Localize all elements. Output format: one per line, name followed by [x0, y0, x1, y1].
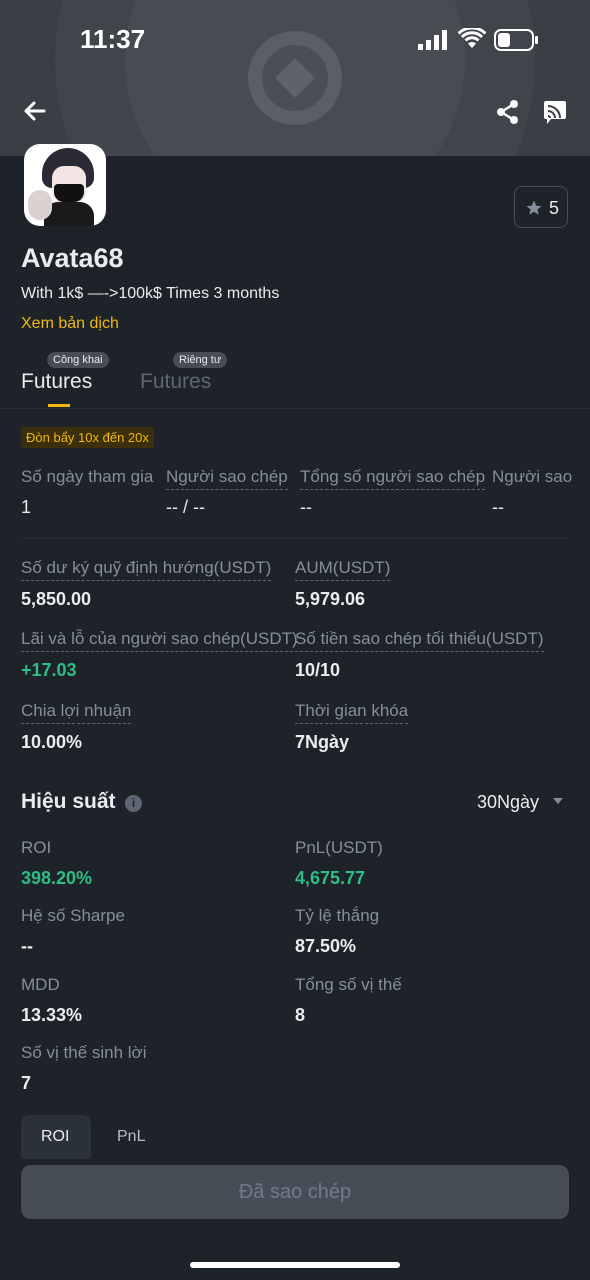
period-value: 30Ngày: [477, 792, 540, 812]
performance-title: Hiệu suất: [21, 790, 116, 813]
caret-down-icon: [553, 798, 563, 804]
sharpe-label: Hệ số Sharpe: [21, 906, 125, 925]
stat-label-stars: Người sao: [492, 467, 573, 486]
tab-badge-private: Riêng tư: [173, 352, 228, 368]
stat-label-total-copiers[interactable]: Tổng số người sao chép: [300, 467, 486, 490]
stat-label-copiers[interactable]: Người sao chép: [166, 467, 288, 490]
favorite-count: 5: [549, 198, 560, 218]
share-button[interactable]: [495, 99, 521, 125]
aum-label[interactable]: AUM(USDT): [295, 558, 391, 581]
leverage-tag: Đòn bẩy 10x đến 20x: [21, 427, 154, 448]
info-icon[interactable]: i: [125, 795, 142, 812]
live-stream-icon: [544, 101, 566, 124]
min-copy-value: 10/10: [295, 660, 341, 680]
chart-tab-roi-label: ROI: [41, 1128, 70, 1145]
margin-value: 5,850.00: [21, 589, 92, 609]
positions-label: Tổng số vị thế: [295, 975, 402, 994]
chart-tab-pnl[interactable]: PnL: [100, 1115, 170, 1159]
live-button[interactable]: [543, 99, 569, 125]
tab-badge-public: Công khai: [47, 352, 109, 368]
mdd-label: MDD: [21, 975, 60, 994]
margin-label[interactable]: Số dư ký quỹ định hướng(USDT): [21, 558, 272, 581]
tab-label-public: Futures: [21, 370, 93, 393]
stat-value-total-copiers: --: [300, 497, 312, 517]
aum-value: 5,979.06: [295, 589, 366, 609]
back-button[interactable]: [22, 98, 48, 124]
favorite-button[interactable]: 5: [514, 186, 568, 228]
translate-link[interactable]: Xem bản dịch: [21, 315, 119, 333]
roi-label: ROI: [21, 838, 52, 857]
chart-tab-roi[interactable]: ROI: [21, 1115, 91, 1159]
winrate-value: 87.50%: [295, 936, 357, 956]
copier-pnl-value: +17.03: [21, 660, 77, 680]
pnl-value: 4,675.77: [295, 868, 366, 888]
copied-button[interactable]: Đã sao chép: [21, 1165, 569, 1219]
arrow-left-icon: [24, 101, 46, 121]
signal-icon: [418, 30, 450, 55]
stat-label-days: Số ngày tham gia: [21, 467, 154, 486]
tab-divider: [0, 408, 590, 409]
stat-value-copiers: -- / --: [166, 497, 205, 517]
winrate-label: Tỷ lệ thắng: [295, 906, 380, 925]
sharpe-value: --: [21, 936, 33, 956]
tab-futures-private[interactable]: Riêng tư Futures: [140, 352, 240, 408]
roi-value: 398.20%: [21, 868, 93, 888]
copier-pnl-label[interactable]: Lãi và lỗ của người sao chép(USDT): [21, 629, 298, 652]
tab-active-indicator: [48, 404, 70, 407]
chart-tab-pnl-label: PnL: [117, 1128, 146, 1145]
lock-period-value: 7Ngày: [295, 732, 350, 752]
profit-share-label[interactable]: Chia lợi nhuận: [21, 701, 132, 724]
tab-label-private: Futures: [140, 370, 212, 393]
mdd-value: 13.33%: [21, 1005, 83, 1025]
lock-period-label[interactable]: Thời gian khóa: [295, 701, 409, 724]
stat-value-days: 1: [21, 497, 32, 517]
min-copy-label[interactable]: Số tiền sao chép tối thiểu(USDT): [295, 629, 544, 652]
period-dropdown[interactable]: 30Ngày: [477, 792, 569, 816]
stat-value-stars: --: [492, 497, 504, 517]
profit-share-value: 10.00%: [21, 732, 83, 752]
status-time: 11:37: [80, 24, 146, 54]
positions-value: 8: [295, 1005, 306, 1025]
wifi-icon: [457, 26, 487, 55]
battery-icon: [494, 29, 540, 56]
section-divider: [21, 538, 569, 539]
trader-name: Avata68: [21, 243, 124, 273]
profitable-label: Số vị thế sinh lời: [21, 1043, 147, 1062]
share-icon: [497, 100, 518, 124]
profitable-value: 7: [21, 1073, 32, 1093]
avatar[interactable]: [24, 144, 106, 226]
tab-futures-public[interactable]: Công khai Futures: [21, 352, 121, 408]
home-indicator: [190, 1262, 400, 1268]
trader-bio: With 1k$ —->100k$ Times 3 months: [21, 285, 280, 302]
pnl-label: PnL(USDT): [295, 838, 383, 857]
star-icon: [526, 200, 542, 215]
